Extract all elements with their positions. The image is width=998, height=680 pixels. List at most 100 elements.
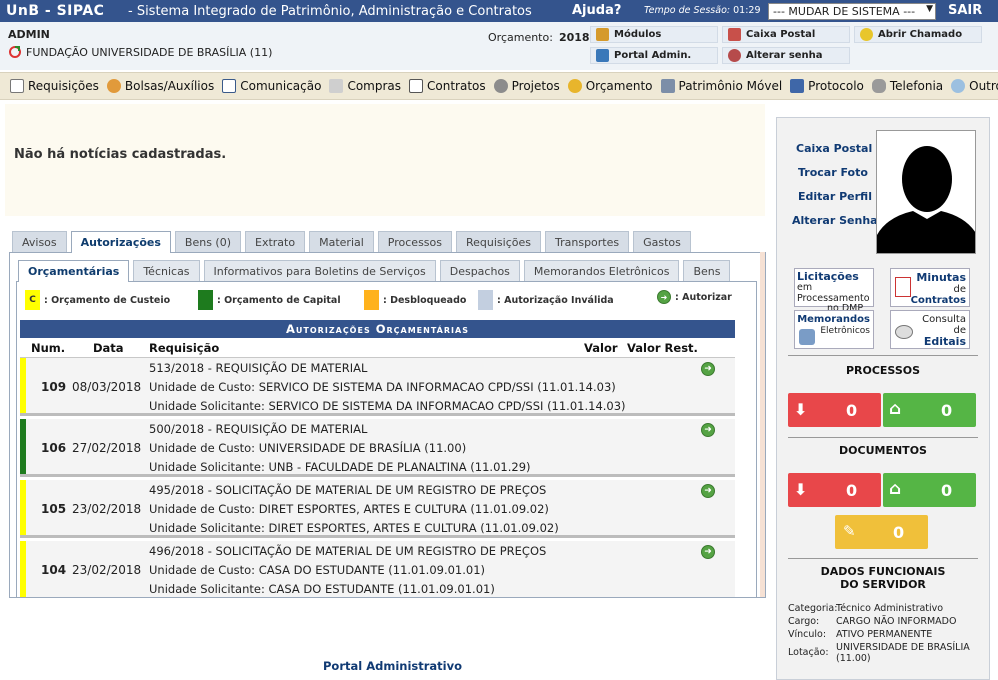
computer-icon	[660, 79, 675, 93]
sidebar-link-change-photo[interactable]: Trocar Foto	[798, 166, 868, 179]
row-cost-unit: Unidade de Custo: SERVICO DE SISTEMA DA …	[149, 380, 616, 394]
mailbox-label: Caixa Postal	[746, 29, 816, 40]
row-cost-unit: Unidade de Custo: DIRET ESPORTES, ARTES …	[149, 502, 549, 516]
change-password-label: Alterar senha	[746, 50, 823, 61]
row-num: 104	[41, 563, 67, 577]
tab-tecnicas[interactable]: Técnicas	[133, 260, 200, 281]
tab-processos[interactable]: Processos	[377, 231, 452, 252]
tab-despachos[interactable]: Despachos	[439, 260, 520, 281]
tab-informativos[interactable]: Informativos para Boletins de Serviços	[203, 260, 436, 281]
row-cost-unit: Unidade de Custo: UNIVERSIDADE DE BRASÍL…	[149, 441, 467, 455]
menu-item-outros[interactable]: Outros	[951, 79, 998, 93]
menu-label: Protocolo	[808, 79, 864, 93]
modules-button[interactable]: Módulos	[590, 26, 718, 43]
switch-unit-icon[interactable]	[8, 45, 22, 59]
tab-sub-bens[interactable]: Bens	[683, 260, 731, 281]
processes-inbox-count: 0	[846, 401, 858, 420]
menu-item-projetos[interactable]: Projetos	[493, 79, 560, 93]
memorandos-line: Eletrônicos	[820, 326, 870, 336]
menu-label: Patrimônio Móvel	[678, 79, 783, 93]
documents-home-counter[interactable]: ⌂ 0	[883, 473, 976, 507]
col-value: Valor	[584, 341, 618, 355]
search-icon	[951, 79, 966, 93]
help-link[interactable]: Ajuda?	[572, 3, 621, 18]
documents-draft-counter[interactable]: ✎ 0	[835, 515, 928, 549]
menu-item-comunicacao[interactable]: Comunicação	[222, 79, 321, 93]
document-icon	[10, 79, 24, 93]
open-ticket-button[interactable]: Abrir Chamado	[854, 26, 982, 43]
menu-item-requisicoes[interactable]: Requisições	[10, 79, 99, 93]
memorandos-button[interactable]: Memorandos Eletrônicos	[794, 310, 874, 349]
processes-inbox-counter[interactable]: ⬇ 0	[788, 393, 881, 427]
tab-material[interactable]: Material	[309, 231, 374, 252]
modules-label: Módulos	[614, 29, 662, 40]
coins-icon	[567, 79, 582, 93]
tab-memorandos[interactable]: Memorandos Eletrônicos	[523, 260, 680, 281]
panel-scrollbar[interactable]	[760, 252, 765, 597]
profile-photo[interactable]	[876, 130, 976, 254]
memorandos-line: Memorandos	[797, 314, 870, 325]
sidebar-link-mailbox[interactable]: Caixa Postal	[796, 142, 872, 155]
editais-line: Consulta	[922, 314, 966, 325]
tab-bens[interactable]: Bens (0)	[174, 231, 242, 252]
download-icon: ⬇	[794, 480, 808, 499]
menu-label: Projetos	[511, 79, 560, 93]
tab-extrato[interactable]: Extrato	[245, 231, 306, 252]
menu-item-telefonia[interactable]: Telefonia	[871, 79, 943, 93]
menu-item-contratos[interactable]: Contratos	[409, 79, 486, 93]
editais-line: Editais	[923, 335, 966, 348]
news-message: Não há notícias cadastradas.	[14, 147, 227, 162]
protocol-icon	[790, 79, 805, 93]
tab-gastos[interactable]: Gastos	[633, 231, 691, 252]
processes-home-counter[interactable]: ⌂ 0	[883, 393, 976, 427]
tab-avisos[interactable]: Avisos	[12, 231, 67, 252]
edit-document-icon: ✎	[843, 522, 856, 540]
legend-autorizar: ➜: Autorizar	[657, 290, 732, 304]
authorize-arrow-icon[interactable]: ➜	[701, 423, 715, 437]
top-bar: UnB - SIPAC - Sistema Integrado de Patri…	[0, 0, 998, 22]
sidebar-link-edit-profile[interactable]: Editar Perfil	[798, 190, 872, 203]
row-num: 106	[41, 441, 67, 455]
menu-label: Contratos	[427, 79, 486, 93]
admin-portal-button[interactable]: Portal Admin.	[590, 47, 718, 64]
menu-item-patrimonio[interactable]: Patrimônio Móvel	[660, 79, 783, 93]
licitacoes-button[interactable]: Licitações em Processamento no DMP	[794, 268, 874, 314]
row-requesting-unit: Unidade Solicitante: DIRET ESPORTES, ART…	[149, 521, 559, 535]
mailbox-button[interactable]: Caixa Postal	[722, 26, 850, 43]
row-date: 08/03/2018	[72, 380, 142, 394]
sidebar-link-change-password[interactable]: Alterar Senha	[792, 214, 878, 227]
documents-inbox-counter[interactable]: ⬇ 0	[788, 473, 881, 507]
box-icon	[596, 28, 609, 41]
row-type-indicator	[20, 480, 26, 535]
tab-orcamentarias[interactable]: Orçamentárias	[18, 260, 130, 282]
documents-home-count: 0	[941, 481, 953, 500]
system-select[interactable]: --- MUDAR DE SISTEMA --- ▼	[768, 3, 936, 20]
minutas-label: Minutas de Contratos	[911, 271, 966, 306]
tab-autorizacoes[interactable]: Autorizações	[70, 231, 171, 253]
legend-capital: : Orçamento de Capital	[198, 290, 341, 310]
tab-requisicoes[interactable]: Requisições	[456, 231, 541, 252]
menu-label: Bolsas/Auxílios	[124, 79, 215, 93]
menu-item-orcamento[interactable]: Orçamento	[567, 79, 653, 93]
admin-portal-link[interactable]: Portal Administrativo	[323, 659, 462, 673]
minutas-button[interactable]: Minutas de Contratos	[890, 268, 970, 307]
editais-button[interactable]: Consulta de Editais	[890, 310, 970, 349]
authorize-arrow-icon[interactable]: ➜	[701, 362, 715, 376]
processes-title: PROCESSOS	[845, 364, 921, 377]
col-num: Num.	[31, 341, 66, 355]
legend-custeio: C: Orçamento de Custeio	[25, 290, 170, 310]
menu-item-compras[interactable]: Compras	[329, 79, 401, 93]
logout-button[interactable]: SAIR	[948, 3, 982, 18]
authorize-arrow-icon[interactable]: ➜	[701, 545, 715, 559]
tab-transportes[interactable]: Transportes	[545, 231, 630, 252]
change-password-button[interactable]: Alterar senha	[722, 47, 850, 64]
menu-item-protocolo[interactable]: Protocolo	[790, 79, 864, 93]
legend-label: : Desbloqueado	[383, 294, 467, 306]
menu-item-bolsas[interactable]: Bolsas/Auxílios	[106, 79, 215, 93]
authorize-arrow-icon[interactable]: ➜	[701, 484, 715, 498]
minutas-line: Minutas	[916, 271, 966, 284]
app-brand[interactable]: UnB - SIPAC	[6, 3, 104, 19]
licitacoes-line: em	[797, 282, 813, 294]
row-date: 27/02/2018	[72, 441, 142, 455]
row-req: 500/2018 - REQUISIÇÃO DE MATERIAL	[149, 422, 368, 436]
